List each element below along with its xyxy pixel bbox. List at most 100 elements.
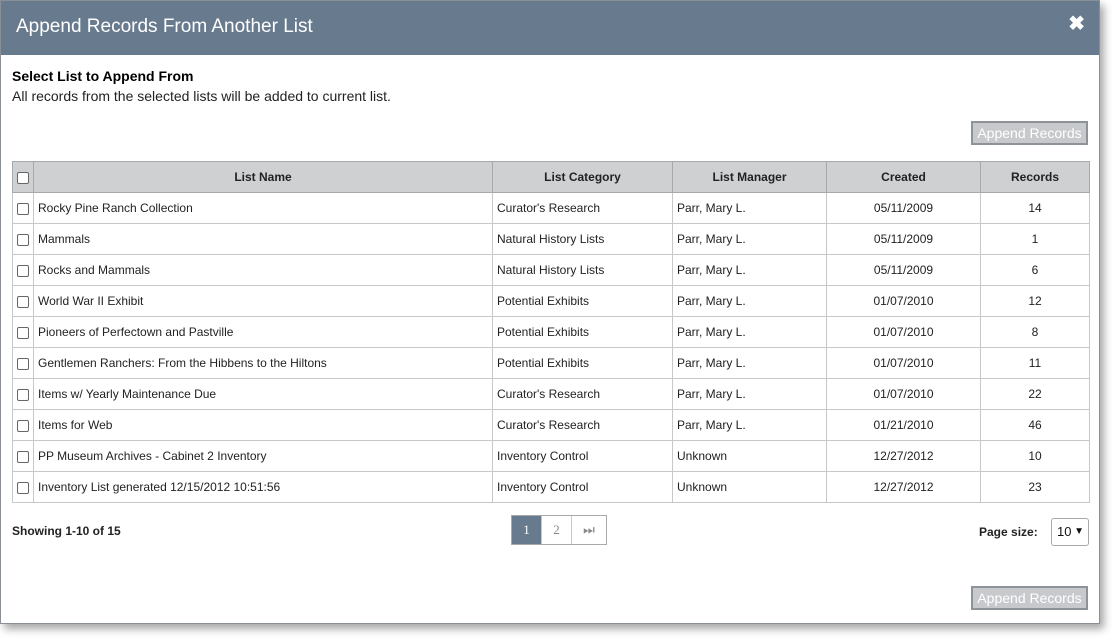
cell-list-manager: Unknown bbox=[672, 440, 827, 472]
row-checkbox[interactable] bbox=[17, 450, 29, 463]
cell-records: 8 bbox=[980, 316, 1090, 348]
cell-records: 10 bbox=[980, 440, 1090, 472]
table-row[interactable]: PP Museum Archives - Cabinet 2 Inventory… bbox=[12, 440, 1090, 472]
cell-created: 05/11/2009 bbox=[826, 254, 981, 286]
page-2-button[interactable]: 2 bbox=[542, 516, 572, 544]
cell-list-manager: Parr, Mary L. bbox=[672, 316, 827, 348]
column-header-created[interactable]: Created bbox=[826, 161, 981, 193]
column-header-list-category[interactable]: List Category bbox=[492, 161, 673, 193]
cell-created: 12/27/2012 bbox=[826, 471, 981, 503]
table-row[interactable]: Gentlemen Ranchers: From the Hibbens to … bbox=[12, 347, 1090, 379]
section-heading: Select List to Append From bbox=[12, 68, 194, 84]
row-select-cell bbox=[12, 223, 34, 255]
cell-list-category: Potential Exhibits bbox=[492, 285, 673, 317]
row-checkbox[interactable] bbox=[17, 419, 29, 432]
dialog-title: Append Records From Another List bbox=[16, 16, 313, 37]
chevron-down-icon: ▼ bbox=[1074, 526, 1084, 537]
append-records-button-top[interactable]: Append Records bbox=[971, 121, 1088, 145]
page-size-label: Page size: bbox=[979, 525, 1038, 539]
cell-records: 22 bbox=[980, 378, 1090, 410]
cell-list-name: PP Museum Archives - Cabinet 2 Inventory bbox=[33, 440, 493, 472]
cell-list-manager: Parr, Mary L. bbox=[672, 347, 827, 379]
cell-records: 23 bbox=[980, 471, 1090, 503]
cell-list-category: Curator's Research bbox=[492, 192, 673, 224]
cell-list-name: World War II Exhibit bbox=[33, 285, 493, 317]
cell-list-manager: Parr, Mary L. bbox=[672, 223, 827, 255]
table-row[interactable]: World War II Exhibit Potential Exhibits Pa… bbox=[12, 285, 1090, 317]
column-header-records[interactable]: Records bbox=[980, 161, 1090, 193]
append-records-button-bottom[interactable]: Append Records bbox=[971, 586, 1088, 610]
row-checkbox[interactable] bbox=[17, 233, 29, 246]
row-select-cell bbox=[12, 440, 34, 472]
cell-list-category: Curator's Research bbox=[492, 378, 673, 410]
cell-created: 05/11/2009 bbox=[826, 192, 981, 224]
table-row[interactable]: Items w/ Yearly Maintenance Due Curator's… bbox=[12, 378, 1090, 410]
cell-created: 01/07/2010 bbox=[826, 285, 981, 317]
cell-list-manager: Parr, Mary L. bbox=[672, 254, 827, 286]
select-all-cell bbox=[12, 161, 34, 193]
cell-list-name: Mammals bbox=[33, 223, 493, 255]
table-row[interactable]: Items for Web Curator's Research Parr, Mar… bbox=[12, 409, 1090, 441]
table-header-row: List Name List Category List Manager Cre… bbox=[12, 161, 1090, 193]
table-row[interactable]: Pioneers of Perfectown and Pastville Pote… bbox=[12, 316, 1090, 348]
row-select-cell bbox=[12, 378, 34, 410]
cell-list-name: Gentlemen Ranchers: From the Hibbens to … bbox=[33, 347, 493, 379]
cell-created: 01/07/2010 bbox=[826, 316, 981, 348]
cell-records: 14 bbox=[980, 192, 1090, 224]
row-checkbox[interactable] bbox=[17, 388, 29, 401]
column-header-list-name[interactable]: List Name bbox=[33, 161, 493, 193]
cell-created: 12/27/2012 bbox=[826, 440, 981, 472]
table-row[interactable]: Inventory List generated 12/15/2012 10:5… bbox=[12, 471, 1090, 503]
cell-list-category: Potential Exhibits bbox=[492, 347, 673, 379]
select-all-checkbox[interactable] bbox=[17, 171, 29, 184]
cell-list-name: Rocks and Mammals bbox=[33, 254, 493, 286]
cell-list-category: Natural History Lists bbox=[492, 223, 673, 255]
dialog-titlebar: Append Records From Another List ✖ bbox=[1, 1, 1099, 55]
lists-table: List Name List Category List Manager Cre… bbox=[12, 161, 1090, 503]
row-checkbox[interactable] bbox=[17, 481, 29, 494]
cell-created: 05/11/2009 bbox=[826, 223, 981, 255]
section-description: All records from the selected lists will… bbox=[12, 88, 391, 104]
cell-list-category: Curator's Research bbox=[492, 409, 673, 441]
table-row[interactable]: Rocks and Mammals Natural History Lists Pa… bbox=[12, 254, 1090, 286]
cell-list-name: Items w/ Yearly Maintenance Due bbox=[33, 378, 493, 410]
cell-list-category: Inventory Control bbox=[492, 471, 673, 503]
row-select-cell bbox=[12, 254, 34, 286]
close-icon[interactable]: ✖ bbox=[1068, 14, 1085, 34]
cell-created: 01/07/2010 bbox=[826, 347, 981, 379]
cell-list-name: Pioneers of Perfectown and Pastville bbox=[33, 316, 493, 348]
cell-records: 12 bbox=[980, 285, 1090, 317]
cell-created: 01/21/2010 bbox=[826, 409, 981, 441]
row-checkbox[interactable] bbox=[17, 357, 29, 370]
row-select-cell bbox=[12, 409, 34, 441]
cell-created: 01/07/2010 bbox=[826, 378, 981, 410]
table-row[interactable]: Mammals Natural History Lists Parr, Mary L… bbox=[12, 223, 1090, 255]
page-1-button[interactable]: 1 bbox=[512, 516, 542, 544]
page-size-select[interactable]: 10 ▼ bbox=[1051, 518, 1089, 546]
cell-list-manager: Parr, Mary L. bbox=[672, 285, 827, 317]
cell-list-name: Rocky Pine Ranch Collection bbox=[33, 192, 493, 224]
append-records-dialog: Append Records From Another List ✖ Selec… bbox=[0, 0, 1100, 624]
table-row[interactable]: Rocky Pine Ranch Collection Curator's Res… bbox=[12, 192, 1090, 224]
row-checkbox[interactable] bbox=[17, 264, 29, 277]
row-select-cell bbox=[12, 316, 34, 348]
row-select-cell bbox=[12, 347, 34, 379]
last-page-icon[interactable]: ⏭ bbox=[572, 516, 606, 544]
cell-list-manager: Parr, Mary L. bbox=[672, 378, 827, 410]
cell-records: 11 bbox=[980, 347, 1090, 379]
paging-summary: Showing 1-10 of 15 bbox=[12, 524, 121, 538]
cell-list-category: Inventory Control bbox=[492, 440, 673, 472]
pagination: 1 2 ⏭ bbox=[511, 515, 607, 545]
row-select-cell bbox=[12, 471, 34, 503]
row-checkbox[interactable] bbox=[17, 202, 29, 215]
row-checkbox[interactable] bbox=[17, 326, 29, 339]
column-header-list-manager[interactable]: List Manager bbox=[672, 161, 827, 193]
cell-list-category: Potential Exhibits bbox=[492, 316, 673, 348]
row-select-cell bbox=[12, 285, 34, 317]
row-checkbox[interactable] bbox=[17, 295, 29, 308]
cell-list-manager: Unknown bbox=[672, 471, 827, 503]
cell-records: 1 bbox=[980, 223, 1090, 255]
cell-list-category: Natural History Lists bbox=[492, 254, 673, 286]
cell-list-name: Items for Web bbox=[33, 409, 493, 441]
cell-list-name: Inventory List generated 12/15/2012 10:5… bbox=[33, 471, 493, 503]
